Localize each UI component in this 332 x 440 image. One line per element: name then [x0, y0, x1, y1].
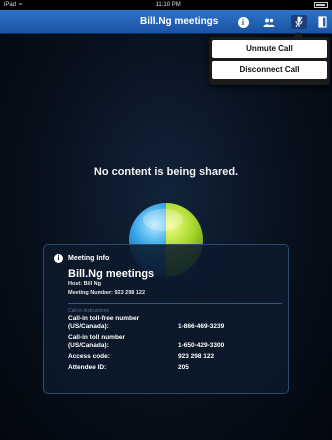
info-icon: i	[54, 253, 63, 263]
panel-meeting-title: Bill.Ng meetings	[68, 268, 155, 280]
audio-popover-menu: Unmute Call Disconnect Call	[209, 32, 330, 85]
audio-button[interactable]	[291, 15, 307, 29]
wifi-icon: ≈	[19, 2, 23, 8]
microphone-icon	[295, 16, 303, 28]
nav-bar: Bill.Ng meetings i	[0, 10, 332, 34]
info-icon: i	[237, 16, 249, 28]
access-code-key: Access code:	[68, 353, 110, 360]
toll-key-region: (US/Canada):	[68, 342, 109, 349]
toll-free-row: Call-in toll-free number (US/Canada): 1-…	[68, 315, 280, 331]
leave-meeting-button[interactable]	[317, 15, 329, 29]
exit-icon	[318, 16, 327, 28]
toll-free-key: Call-in toll-free number	[68, 315, 140, 322]
divider	[68, 303, 282, 304]
toll-key: Call-in toll number	[68, 334, 126, 341]
battery-icon	[314, 2, 328, 8]
status-bar: iPad ≈ 11:10 PM	[0, 0, 332, 10]
toll-number[interactable]: 1-650-429-3300	[178, 334, 224, 350]
attendee-id-key: Attendee ID:	[68, 364, 107, 371]
attendee-id-row: Attendee ID: 205	[68, 364, 280, 372]
no-content-message: No content is being shared.	[93, 166, 239, 178]
toll-free-key-region: (US/Canada):	[68, 323, 109, 330]
meeting-number: Meeting Number: 923 298 122	[68, 290, 146, 296]
participants-button[interactable]	[262, 15, 276, 29]
host-label: Host: Bill Ng	[68, 281, 101, 287]
toll-free-number[interactable]: 1-866-469-3239	[178, 315, 224, 331]
toll-row: Call-in toll number (US/Canada): 1-650-4…	[68, 334, 280, 350]
access-code-row: Access code: 923 298 122	[68, 353, 280, 361]
attendee-id-value: 205	[178, 364, 189, 371]
meeting-info-heading: Meeting Info	[68, 254, 110, 262]
call-in-instructions-label: Call-in instructions	[68, 308, 109, 314]
disconnect-call-button[interactable]: Disconnect Call	[212, 61, 327, 79]
meeting-info-panel: i Meeting Info Bill.Ng meetings Host: Bi…	[43, 244, 289, 394]
carrier-label: iPad	[4, 2, 17, 8]
clock: 11:10 PM	[155, 2, 181, 8]
unmute-call-button[interactable]: Unmute Call	[212, 40, 327, 58]
participants-icon	[263, 18, 275, 27]
info-button[interactable]: i	[236, 15, 250, 29]
meeting-title: Bill.Ng meetings	[140, 16, 219, 27]
access-code-value: 923 298 122	[178, 353, 215, 360]
meeting-info-header: i Meeting Info	[54, 253, 280, 263]
